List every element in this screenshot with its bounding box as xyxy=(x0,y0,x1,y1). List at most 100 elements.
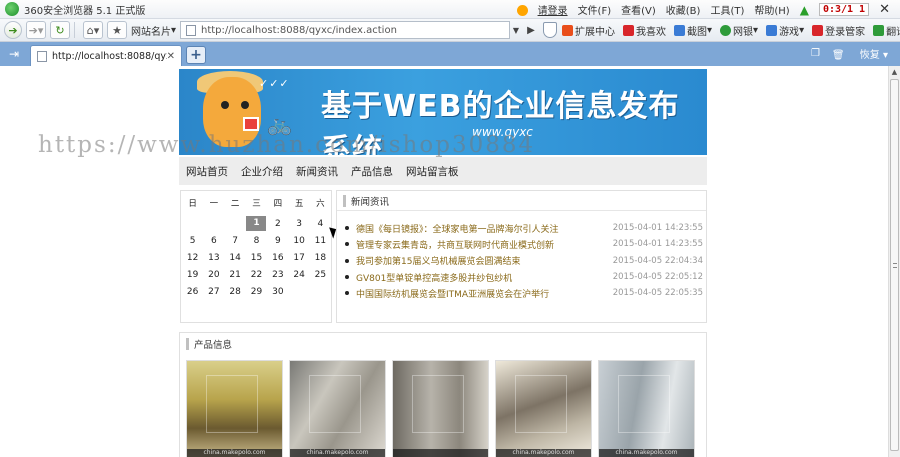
news-title[interactable]: 管理专家云集青岛，共商互联网时代商业模式创新 xyxy=(356,238,613,251)
news-title[interactable]: GV801型单锭单控高速多股并纱包纱机 xyxy=(356,271,613,284)
address-bar[interactable]: http://localhost:8088/qyxc/index.action xyxy=(180,21,510,39)
skin-icon[interactable]: ▲ xyxy=(800,3,809,17)
nav-company-intro[interactable]: 企业介绍 xyxy=(241,164,283,179)
calendar-day[interactable]: 24 xyxy=(288,266,309,283)
security-shield-icon[interactable] xyxy=(543,22,557,38)
calendar-day[interactable]: 4 xyxy=(310,215,331,232)
scroll-up-icon[interactable]: ▲ xyxy=(889,66,900,78)
news-item[interactable]: GV801型单锭单控高速多股并纱包纱机 2015-04-05 22:05:12 xyxy=(345,269,703,285)
menu-file[interactable]: 文件(F) xyxy=(578,2,612,17)
address-dropdown-icon[interactable]: ▼ xyxy=(510,21,522,39)
refresh-button[interactable]: ↻ xyxy=(50,21,70,39)
menu-favorites[interactable]: 收藏(B) xyxy=(666,2,701,17)
tab-close-icon[interactable]: ✕ xyxy=(167,51,175,62)
news-item[interactable]: 中国国际纺机展览会暨ITMA亚洲展览会在沪举行 2015-04-05 22:05:… xyxy=(345,285,703,301)
calendar-day[interactable]: 8 xyxy=(246,232,268,249)
login-link[interactable]: 请登录 xyxy=(516,2,568,17)
calendar-day[interactable]: 28 xyxy=(224,283,245,300)
login-manager-button[interactable]: 登录管家 xyxy=(812,23,865,38)
nav-news[interactable]: 新闻资讯 xyxy=(296,164,338,179)
calendar-day[interactable]: 18 xyxy=(310,249,331,266)
nav-home[interactable]: 网站首页 xyxy=(186,164,228,179)
bullet-icon xyxy=(345,242,349,247)
product-image[interactable] xyxy=(392,360,489,457)
restore-button[interactable]: 🗑 恢复 ▾ xyxy=(832,46,888,61)
calendar-day[interactable]: 19 xyxy=(182,266,203,283)
nav-products[interactable]: 产品信息 xyxy=(351,164,393,179)
tab-active[interactable]: http://localhost:8088/qyxc/index... ✕ xyxy=(30,45,182,66)
calendar-day[interactable]: 13 xyxy=(203,249,224,266)
nav-guestbook[interactable]: 网站留言板 xyxy=(406,164,459,179)
online-banking-button[interactable]: 网银 ▾ xyxy=(720,23,758,38)
product-image[interactable]: china.makepolo.com xyxy=(598,360,695,457)
site-names-dropdown[interactable]: 网站名片 ▾ xyxy=(131,23,176,38)
sidebar-toggle-icon[interactable]: ⇥ xyxy=(0,42,28,66)
calendar-day[interactable]: 5 xyxy=(182,232,203,249)
forward-button[interactable]: ➔▾ xyxy=(26,21,46,39)
calendar-day[interactable]: 16 xyxy=(267,249,288,266)
calendar-day[interactable]: 26 xyxy=(182,283,203,300)
home-button[interactable]: ⌂▾ xyxy=(83,21,103,39)
menu-help[interactable]: 帮助(H) xyxy=(754,2,789,17)
window-tile-icon[interactable]: ❐ xyxy=(811,48,820,59)
calendar-day[interactable]: 21 xyxy=(224,266,245,283)
close-window-icon[interactable]: ✕ xyxy=(879,2,890,17)
calendar-day[interactable]: 6 xyxy=(203,232,224,249)
calendar-day[interactable]: 17 xyxy=(288,249,309,266)
go-button[interactable]: ▶ xyxy=(524,21,538,39)
product-image[interactable]: china.makepolo.com xyxy=(495,360,592,457)
calendar-day[interactable]: 9 xyxy=(267,232,288,249)
screenshot-button[interactable]: 截图 ▾ xyxy=(674,23,712,38)
news-item[interactable]: 德国《每日镜报》：全球家电第一品牌海尔引人关注 2015-04-01 14:23:… xyxy=(345,220,703,236)
calendar-day[interactable]: 22 xyxy=(246,266,268,283)
calendar-day[interactable]: 11 xyxy=(310,232,331,249)
calendar-weekday-row: 日 一 二 三 四 五 六 xyxy=(182,194,331,211)
extension-center-button[interactable]: 扩展中心 xyxy=(562,23,615,38)
banner-subtitle: www.qyxc xyxy=(472,125,533,139)
calendar-day[interactable]: 12 xyxy=(182,249,203,266)
calendar-day[interactable]: 3 xyxy=(288,215,309,232)
calendar-day[interactable]: 25 xyxy=(310,266,331,283)
new-tab-button[interactable]: + xyxy=(186,46,206,64)
product-caption xyxy=(393,449,488,457)
menu-tools[interactable]: 工具(T) xyxy=(710,2,744,17)
calendar-day[interactable]: 29 xyxy=(246,283,268,300)
news-item[interactable]: 管理专家云集青岛，共商互联网时代商业模式创新 2015-04-01 14:23:5… xyxy=(345,236,703,252)
site-banner: 🚲 ✓✓✓ 基于WEB的企业信息发布系统 www.qyxc xyxy=(179,69,707,155)
calendar-day-today[interactable]: 1 xyxy=(246,215,268,232)
calendar-table: 日 一 二 三 四 五 六 1 2 3 4 5 6 7 8 9 10 11 12… xyxy=(182,194,331,300)
product-image[interactable]: china.makepolo.com xyxy=(186,360,283,457)
weekday-label: 日 xyxy=(188,198,197,209)
calendar-day xyxy=(310,283,331,300)
my-likes-button[interactable]: 我喜欢 xyxy=(623,23,666,38)
calendar-day xyxy=(224,215,245,232)
calendar-day[interactable]: 14 xyxy=(224,249,245,266)
product-image-detail xyxy=(412,375,465,433)
news-date: 2015-04-05 22:05:12 xyxy=(612,272,703,283)
back-button[interactable]: ➔ xyxy=(4,21,22,39)
news-title[interactable]: 我司参加第15届义乌机械展览会圆满结束 xyxy=(356,254,613,267)
calendar-day[interactable]: 30 xyxy=(267,283,288,300)
calendar-day[interactable]: 27 xyxy=(203,283,224,300)
heart-icon xyxy=(623,25,634,36)
news-date: 2015-04-01 14:23:55 xyxy=(612,239,703,250)
calendar-day[interactable]: 2 xyxy=(267,215,288,232)
tab-label: http://localhost:8088/qyxc/index... xyxy=(52,50,167,62)
address-url[interactable]: http://localhost:8088/qyxc/index.action xyxy=(201,25,397,36)
news-date: 2015-04-05 22:05:35 xyxy=(612,288,703,299)
menu-view[interactable]: 查看(V) xyxy=(621,2,656,17)
scrollbar-thumb[interactable] xyxy=(890,79,899,451)
news-item[interactable]: 我司参加第15届义乌机械展览会圆满结束 2015-04-05 22:04:34 xyxy=(345,253,703,269)
calendar-day[interactable]: 10 xyxy=(288,232,309,249)
translate-button[interactable]: 翻译▾ xyxy=(873,23,900,38)
product-image[interactable]: china.makepolo.com xyxy=(289,360,386,457)
news-title[interactable]: 中国国际纺机展览会暨ITMA亚洲展览会在沪举行 xyxy=(356,287,613,300)
news-title[interactable]: 德国《每日镜报》：全球家电第一品牌海尔引人关注 xyxy=(356,222,613,235)
calendar-day[interactable]: 20 xyxy=(203,266,224,283)
calendar-day[interactable]: 15 xyxy=(246,249,268,266)
calendar-day[interactable]: 7 xyxy=(224,232,245,249)
calendar-day[interactable]: 23 xyxy=(267,266,288,283)
games-button[interactable]: 游戏 ▾ xyxy=(766,23,804,38)
vertical-scrollbar[interactable]: ▲ xyxy=(888,66,900,457)
favorite-star-button[interactable]: ★ xyxy=(107,21,127,39)
